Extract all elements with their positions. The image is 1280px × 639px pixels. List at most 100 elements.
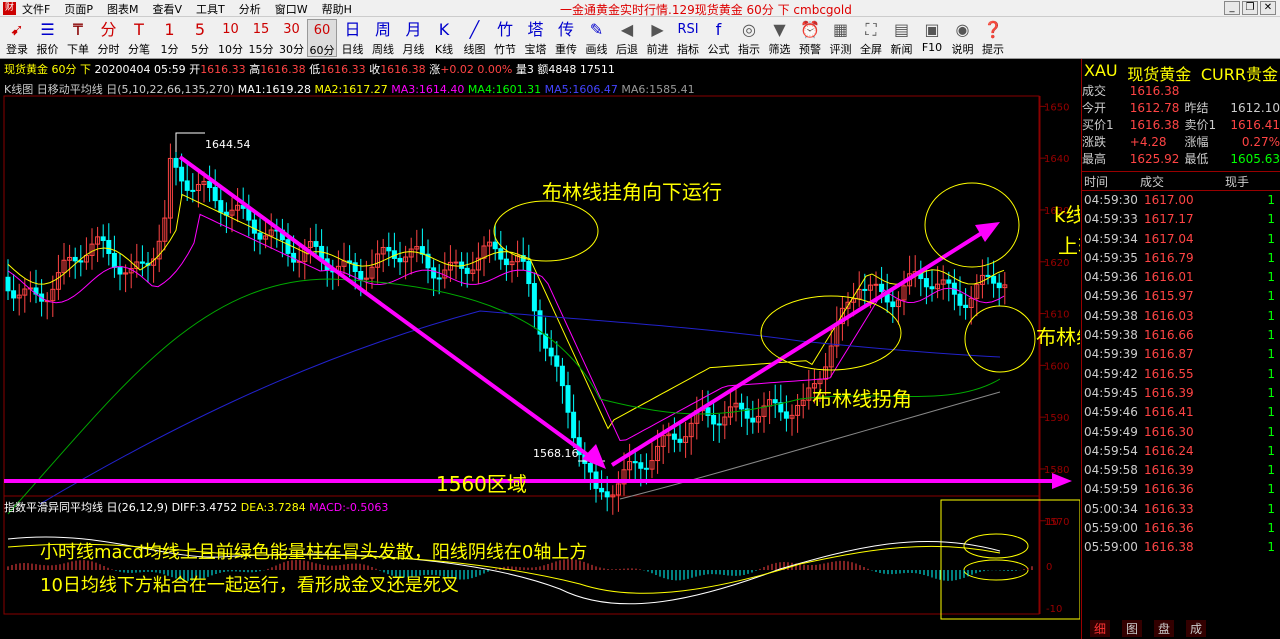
toolbar-button[interactable]: 1 1分 (155, 19, 185, 57)
toolbar-button[interactable]: 竹竹节 (490, 19, 520, 57)
tick-cell: 1 (1267, 212, 1275, 227)
quote-cell: 1625.92 (1129, 152, 1180, 166)
toolbar-button[interactable]: ➹ 登录 (2, 19, 32, 57)
toolbar-button[interactable]: ⛶ 全屏 (856, 19, 886, 57)
menu-item[interactable]: 图表M (107, 1, 139, 17)
minimize-icon[interactable]: _ (1224, 1, 1240, 15)
tick-cell: 1 (1267, 501, 1275, 516)
candle-body (599, 487, 605, 493)
toolbar-icon: 15 (252, 22, 270, 37)
tick-cell: 04:59:33 (1084, 212, 1138, 227)
toolbar-label: F10 (921, 41, 943, 54)
tick-cell: 1616.39 (1144, 385, 1194, 400)
toolbar-button[interactable]: 周周线 (368, 19, 398, 57)
candle-body (677, 438, 683, 443)
candle-body (571, 411, 577, 439)
panel-tab[interactable]: 成 (1186, 620, 1207, 637)
toolbar-icon: T (134, 20, 144, 39)
tick-cell: 04:59:30 (1084, 193, 1138, 207)
toolbar-button[interactable]: T 分笔 (124, 19, 154, 57)
toolbar-button[interactable]: ▤ 新闻 (887, 19, 917, 57)
toolbar-button[interactable]: ₸ 下单 (63, 19, 93, 57)
toolbar-icon: ₸ (72, 20, 84, 39)
chart-annotation: 布林线挂角向下运行 (542, 180, 722, 204)
ma1-value: MA1:1619.28 (237, 83, 311, 96)
tick-list[interactable]: 时间 成交 现手 04:59:30 1617.00 1 04:59:33 1617.17 1 0… (1082, 171, 1280, 558)
y-tick-label: 1650 (1044, 102, 1069, 113)
change-label: 涨 (429, 63, 441, 76)
toolbar-button[interactable]: 塔宝塔 (521, 19, 551, 57)
tick-cell: 1 (1267, 521, 1275, 536)
high-marker (175, 132, 205, 152)
tick-cell: 05:59:00 (1084, 540, 1138, 555)
toolbar-button[interactable]: 15 15分 (246, 19, 276, 57)
menu-item[interactable]: 窗口W (275, 1, 308, 17)
toolbar-button[interactable]: ◀ 后退 (612, 19, 642, 57)
menu-item[interactable]: 分析 (239, 1, 261, 17)
toolbar-button[interactable]: K K线 (429, 19, 459, 57)
tick-cell: 1 (1267, 193, 1275, 207)
toolbar-button[interactable]: 5 5分 (185, 19, 215, 57)
tick-cell: 1617.17 (1144, 212, 1194, 227)
quote-type: CURR贵金 (1200, 65, 1278, 84)
menu-item[interactable]: 工具T (196, 1, 225, 17)
up-arrow (610, 229, 987, 467)
toolbar-icon: ▤ (893, 20, 910, 39)
candle-body (313, 241, 319, 247)
toolbar-icon: 月 (405, 20, 422, 39)
chart-annotation: 上轨运行 (1058, 234, 1080, 258)
toolbar-icon: 周 (374, 20, 391, 39)
toolbar-button[interactable]: ▼ 筛选 (765, 19, 795, 57)
macd-label: 指数平滑异同平均线 日(26,12,9) (4, 501, 169, 514)
toolbar-button[interactable]: ◉ 说明 (948, 19, 978, 57)
menu-item[interactable]: 查看V (152, 1, 182, 17)
menu-item[interactable]: 页面P (64, 1, 93, 17)
menu-item[interactable]: 文件F (22, 1, 50, 17)
toolbar-button[interactable]: ✎ 画线 (582, 19, 612, 57)
toolbar-button[interactable]: ▦ 评测 (826, 19, 856, 57)
toolbar-button[interactable]: RSI 指标 (673, 19, 703, 57)
toolbar-icon: 60 (313, 23, 331, 38)
toolbar-button[interactable]: ❓ 提示 (978, 19, 1008, 57)
toolbar-label: 公式 (707, 43, 730, 56)
panel-tab[interactable]: 图 (1122, 620, 1143, 637)
toolbar-button[interactable]: 日日线 (338, 19, 368, 57)
close-icon[interactable]: ✕ (1260, 1, 1276, 15)
toolbar-button[interactable]: 传重传 (551, 19, 581, 57)
toolbar-label: 5分 (191, 43, 209, 56)
toolbar-button[interactable]: ╱ 线图 (460, 19, 490, 57)
tick-cell: 1616.55 (1144, 366, 1194, 381)
toolbar-button[interactable]: 30 30分 (277, 19, 307, 57)
toolbar-button[interactable]: ⏰ 预警 (795, 19, 825, 57)
toolbar-button[interactable]: f 公式 (704, 19, 734, 57)
candle-body (100, 236, 106, 241)
candle-body (386, 246, 392, 252)
toolbar-icon: ▶ (651, 20, 664, 39)
candle-body (991, 275, 997, 284)
toolbar-button[interactable]: ▣ F10 (917, 19, 947, 57)
annotation-circle (493, 200, 599, 262)
menu-item[interactable]: 帮助H (322, 1, 352, 17)
annotation-circle (924, 182, 1020, 268)
toolbar-button[interactable]: 分分时 (94, 19, 124, 57)
candle-body (946, 279, 952, 284)
panel-tab[interactable]: 盘 (1154, 620, 1175, 637)
tick-cell: 1616.39 (1144, 463, 1194, 478)
toolbar-button[interactable]: 10 10分 (216, 19, 246, 57)
toolbar-button[interactable]: ▶ 前进 (643, 19, 673, 57)
quote-cell: 0.27% (1241, 135, 1280, 149)
toolbar-button[interactable]: ◎ 指示 (734, 19, 764, 57)
quote-cell: 今开 (1082, 101, 1107, 115)
toolbar-button[interactable]: 60 60分 (307, 19, 337, 57)
tick-cell: 1616.87 (1144, 347, 1194, 362)
quote-cell (1224, 83, 1280, 100)
tick-cell: 1617.00 (1144, 193, 1194, 207)
kline-chart[interactable]: 1650 1640 1630 1620 1610 1600 1590 1580 1570 10 0-… (0, 59, 1080, 622)
toolbar-button[interactable]: ☰ 报价 (33, 19, 63, 57)
toolbar-label: 竹节 (494, 43, 516, 56)
candle-body (783, 411, 789, 419)
panel-tab[interactable]: 细 (1090, 620, 1111, 637)
toolbar-button[interactable]: 月月线 (399, 19, 429, 57)
tick-row: 04:59:42 1616.55 1 (1082, 365, 1280, 384)
restore-icon[interactable]: ❐ (1242, 1, 1258, 15)
